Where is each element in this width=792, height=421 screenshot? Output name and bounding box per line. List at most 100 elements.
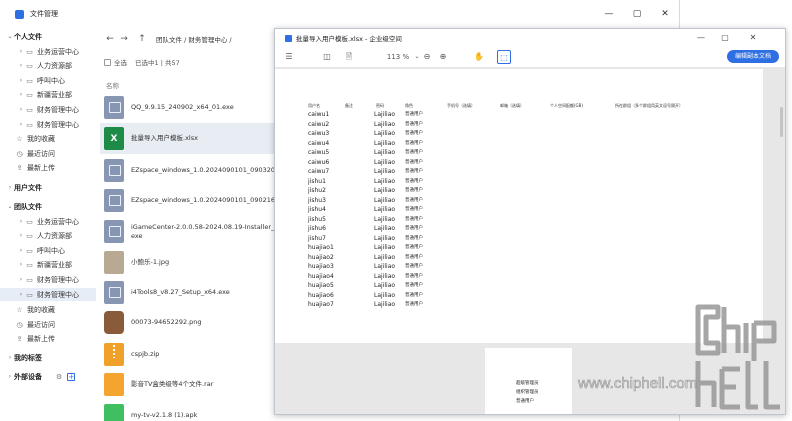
cell-password: Lajiliao [374,130,396,137]
sidebar-link[interactable]: ⇪ 最新上传 [0,332,96,345]
maximize-button[interactable]: ▢ [631,8,643,20]
sidebar-section[interactable]: › 用户文件 [0,181,96,194]
sidebar-section[interactable]: ⌄ 个人文件 [0,30,96,43]
add-device-icon[interactable]: + [67,372,76,381]
cell-username: caiwu3 [308,130,330,137]
chevron-down-icon[interactable]: ⌄ [6,203,14,210]
sidebar-folder[interactable]: › ▭ 财务管理中心 [0,273,96,286]
zoom-in-icon[interactable]: ⊕ [437,50,449,64]
chevron-right-icon[interactable]: › [17,276,25,283]
chevron-right-icon[interactable]: › [17,232,25,239]
breadcrumb[interactable]: 团队文件 / 财务管理中心 / [156,34,232,44]
sidebar-section[interactable]: › 外部设备 ⚙ + [0,370,96,383]
file-row[interactable]: X 批量导入用户模板.xlsx [100,123,276,154]
sidebar-link[interactable]: ◷ 最近访问 [0,318,96,331]
chevron-right-icon[interactable]: › [17,247,25,254]
sidebar-folder[interactable]: › ▭ 财务管理中心 [0,118,96,131]
chevron-right-icon[interactable]: › [17,106,25,113]
edit-copy-button[interactable]: 编辑副本文档 [727,50,779,63]
cell-role: 普通用户 [405,197,423,203]
preview-maximize-button[interactable]: ▢ [719,32,731,44]
chevron-right-icon[interactable]: › [17,261,25,268]
cell-password: Lajiliao [374,206,396,213]
vertical-scrollbar[interactable] [780,107,783,137]
sidebar-folder[interactable]: › ▭ 人力资源部 [0,229,96,242]
cell-username: jishu3 [308,196,326,204]
chevron-right-icon[interactable]: › [6,373,14,380]
chevron-right-icon[interactable]: › [17,291,25,298]
sidebar-folder[interactable]: › ▭ 人力资源部 [0,59,96,72]
chevron-right-icon[interactable]: › [17,218,25,225]
chevron-right-icon[interactable]: › [17,121,25,128]
chevron-right-icon[interactable]: › [17,77,25,84]
chevron-down-icon[interactable]: ⌄ [6,33,14,40]
forward-arrow-icon[interactable]: → [118,32,130,46]
zoom-dropdown-icon[interactable]: ⌄ [413,50,421,64]
file-row[interactable]: QQ_9.9.15_240902_x64_01.exe [100,92,276,123]
header-password: 密码 [376,103,384,108]
chevron-right-icon[interactable]: › [6,354,14,361]
folder-icon: ▭ [26,231,33,240]
zoom-out-icon[interactable]: ⊖ [421,50,433,64]
up-arrow-icon[interactable]: ↑ [136,32,148,46]
file-row[interactable]: EZspace_windows_1.0.2024090101_090320.ex… [100,155,289,186]
sidebar-label: 用户文件 [14,183,42,192]
select-tool-icon[interactable]: ⬚ [497,50,511,64]
select-all-checkbox[interactable] [104,58,111,66]
back-arrow-icon[interactable]: ← [104,32,116,46]
sidebar-link[interactable]: ⇪ 最新上传 [0,161,96,174]
clock-icon: ◷ [16,320,23,329]
sidebar-folder[interactable]: › ▭ 新疆营业部 [0,88,96,101]
chevron-right-icon[interactable]: › [17,62,25,69]
file-row[interactable]: 小鲍乐-1.jpg [100,247,276,278]
cell-password: Lajiliao [374,253,396,261]
select-all-label[interactable]: 全选 [114,57,127,67]
sidebar-toggle-icon[interactable]: ◫ [321,50,333,64]
file-row[interactable]: 影音TV盒类级等4个文件.rar [100,369,276,400]
file-name-line: 影音TV盒类级等4个文件.rar [131,380,214,388]
sidebar-section[interactable]: › 我的标签 [0,351,96,364]
sidebar-folder[interactable]: › ▭ 新疆营业部 [0,258,96,271]
file-row[interactable]: iGameCenter-2.0.0.58-2024.08.19-Installe… [100,216,289,247]
settings-gear-icon[interactable]: ⚙ [56,373,62,381]
cell-password: Lajiliao [374,263,396,270]
sidebar-label: 呼叫中心 [37,76,65,85]
menu-icon[interactable]: ☰ [283,50,295,64]
cell-role: 普通用户 [405,245,423,250]
chevron-right-icon[interactable]: › [17,48,25,55]
sidebar-link[interactable]: ☆ 我的收藏 [0,132,96,145]
name-column-header[interactable]: 名称 [106,80,119,90]
zoom-level[interactable]: 113 % [383,50,413,64]
sidebar-link[interactable]: ◷ 最近访问 [0,147,96,160]
preview-close-button[interactable]: ✕ [747,32,759,44]
sidebar-folder[interactable]: › ▭ 呼叫中心 [0,244,96,257]
sidebar-folder[interactable]: › ▭ 呼叫中心 [0,74,96,87]
cell-password: Lajiliao [374,196,396,204]
sidebar-section[interactable]: ⌄ 团队文件 [0,200,96,213]
cell-role: 普通用户 [405,254,423,260]
document-icon[interactable]: 🗎 [343,50,355,64]
minimize-button[interactable]: — [603,8,615,20]
file-name: i4Tools8_v8.27_Setup_x64.exe [131,288,230,297]
file-row[interactable]: my-tv-v2.1.8 (1).apk [100,400,276,421]
file-row[interactable]: cspjb.zip [100,339,276,370]
sidebar-folder[interactable]: › ▭ 财务管理中心 [0,103,96,116]
file-row[interactable]: i4Tools8_v8.27_Setup_x64.exe [100,277,276,308]
sidebar-folder[interactable]: › ▭ 业务运营中心 [0,45,96,58]
rar-file-icon [104,373,124,396]
sidebar-folder[interactable]: › ▭ 业务运营中心 [0,215,96,228]
cell-password: Lajiliao [374,139,396,147]
sidebar-label: 团队文件 [14,202,42,211]
chevron-right-icon[interactable]: › [6,184,14,191]
close-button[interactable]: ✕ [659,8,671,20]
cell-password: Lajiliao [374,120,396,128]
hand-tool-icon[interactable]: ✋ [473,50,485,64]
sidebar-folder[interactable]: › ▭ 财务管理中心 [0,288,96,301]
file-row[interactable]: 00073-94652292.png [100,307,276,338]
cell-password: Lajiliao [374,301,396,308]
sidebar-label: 我的收藏 [27,305,55,314]
file-row[interactable]: EZspace_windows_1.0.2024090101_090216.ex… [100,185,289,216]
chevron-right-icon[interactable]: › [17,91,25,98]
sidebar-link[interactable]: ☆ 我的收藏 [0,303,96,316]
preview-minimize-button[interactable]: — [695,32,707,44]
